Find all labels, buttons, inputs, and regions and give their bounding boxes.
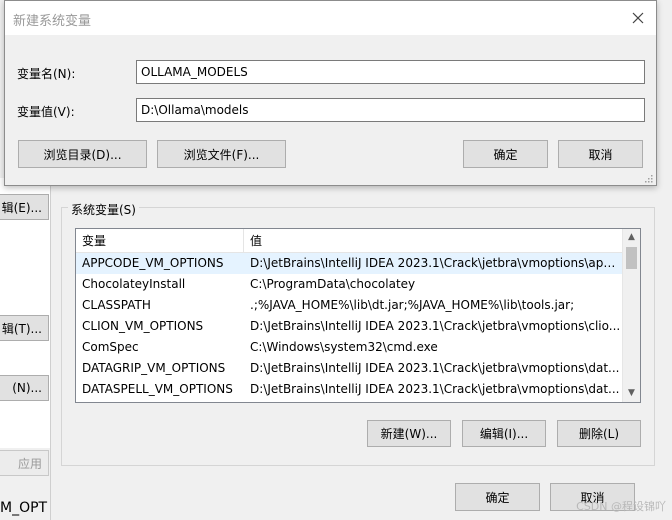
var-name: DATASPELL_VM_OPTIONS: [82, 382, 233, 396]
bg-new-button[interactable]: (N)...: [0, 375, 49, 401]
variable-value-label: 变量值(V):: [17, 105, 75, 119]
table-row[interactable]: DATAGRIP_VM_OPTIONS D:\JetBrains\Intelli…: [76, 358, 622, 379]
var-value: .;%JAVA_HOME%\lib\dt.jar;%JAVA_HOME%\lib…: [250, 298, 575, 312]
variable-name-label: 变量名(N):: [17, 67, 76, 81]
scroll-up-icon[interactable]: ▲: [623, 229, 640, 246]
watermark: CSDN @程设锦吖: [576, 500, 666, 513]
var-name: DATAGRIP_VM_OPTIONS: [82, 361, 226, 375]
bg-edit-text-button[interactable]: 辑(T)...: [0, 315, 49, 341]
table-row[interactable]: APPCODE_VM_OPTIONS D:\JetBrains\IntelliJ…: [76, 253, 622, 274]
bg-apply-button[interactable]: 应用: [0, 450, 49, 476]
list-header: 变量 值: [76, 229, 622, 253]
delete-variable-button[interactable]: 删除(L): [557, 420, 641, 447]
scroll-down-icon[interactable]: ▼: [623, 385, 640, 402]
var-name: APPCODE_VM_OPTIONS: [82, 256, 224, 270]
system-vars-label: 系统变量(S): [68, 201, 139, 218]
dialog-cancel-button[interactable]: 取消: [558, 140, 643, 168]
var-name: ComSpec: [82, 340, 139, 354]
close-icon[interactable]: [620, 1, 656, 35]
list-rows: APPCODE_VM_OPTIONS D:\JetBrains\IntelliJ…: [76, 253, 622, 400]
dialog-titlebar: 新建系统变量: [5, 1, 656, 35]
ok-button[interactable]: 确定: [455, 483, 540, 511]
browse-file-button[interactable]: 浏览文件(F)...: [157, 140, 286, 168]
dialog-title: 新建系统变量: [13, 14, 92, 29]
bg-edit-button[interactable]: 辑(E)...: [0, 194, 49, 220]
column-header-value[interactable]: 值: [244, 229, 622, 253]
var-value: C:\Windows\system32\cmd.exe: [250, 340, 438, 354]
column-header-variable[interactable]: 变量: [76, 229, 244, 253]
vertical-scrollbar[interactable]: ▲ ▼: [622, 229, 640, 402]
variable-value-input[interactable]: D:\Ollama\models: [136, 98, 645, 122]
table-row[interactable]: CLASSPATH .;%JAVA_HOME%\lib\dt.jar;%JAVA…: [76, 295, 622, 316]
table-row[interactable]: ComSpec C:\Windows\system32\cmd.exe: [76, 337, 622, 358]
new-variable-button[interactable]: 新建(W)...: [367, 420, 451, 447]
var-value: C:\ProgramData\chocolatey: [250, 277, 416, 291]
var-name: CLION_VM_OPTIONS: [82, 319, 204, 333]
table-row[interactable]: ChocolateyInstall C:\ProgramData\chocola…: [76, 274, 622, 295]
table-row[interactable]: CLION_VM_OPTIONS D:\JetBrains\IntelliJ I…: [76, 316, 622, 337]
edit-variable-button[interactable]: 编辑(I)...: [462, 420, 546, 447]
var-name: ChocolateyInstall: [82, 277, 186, 291]
resize-grip-icon[interactable]: [643, 172, 653, 183]
new-system-variable-dialog: 新建系统变量 变量名(N): OLLAMA_MODELS 变量值(V): D:\…: [4, 0, 657, 186]
var-value: D:\JetBrains\IntelliJ IDEA 2023.1\Crack\…: [250, 319, 621, 333]
variable-name-input[interactable]: OLLAMA_MODELS: [136, 60, 645, 84]
scroll-thumb[interactable]: [626, 247, 637, 269]
var-value: D:\JetBrains\IntelliJ IDEA 2023.1\Crack\…: [250, 382, 620, 396]
var-name: CLASSPATH: [82, 298, 151, 312]
bg-bottom-text: M_OPT: [0, 500, 48, 516]
table-row[interactable]: DATASPELL_VM_OPTIONS D:\JetBrains\Intell…: [76, 379, 622, 400]
system-vars-list[interactable]: 变量 值 APPCODE_VM_OPTIONS D:\JetBrains\Int…: [75, 228, 641, 403]
var-value: D:\JetBrains\IntelliJ IDEA 2023.1\Crack\…: [250, 361, 620, 375]
var-value: D:\JetBrains\IntelliJ IDEA 2023.1\Crack\…: [250, 256, 622, 270]
dialog-ok-button[interactable]: 确定: [463, 140, 548, 168]
browse-directory-button[interactable]: 浏览目录(D)...: [18, 140, 147, 168]
